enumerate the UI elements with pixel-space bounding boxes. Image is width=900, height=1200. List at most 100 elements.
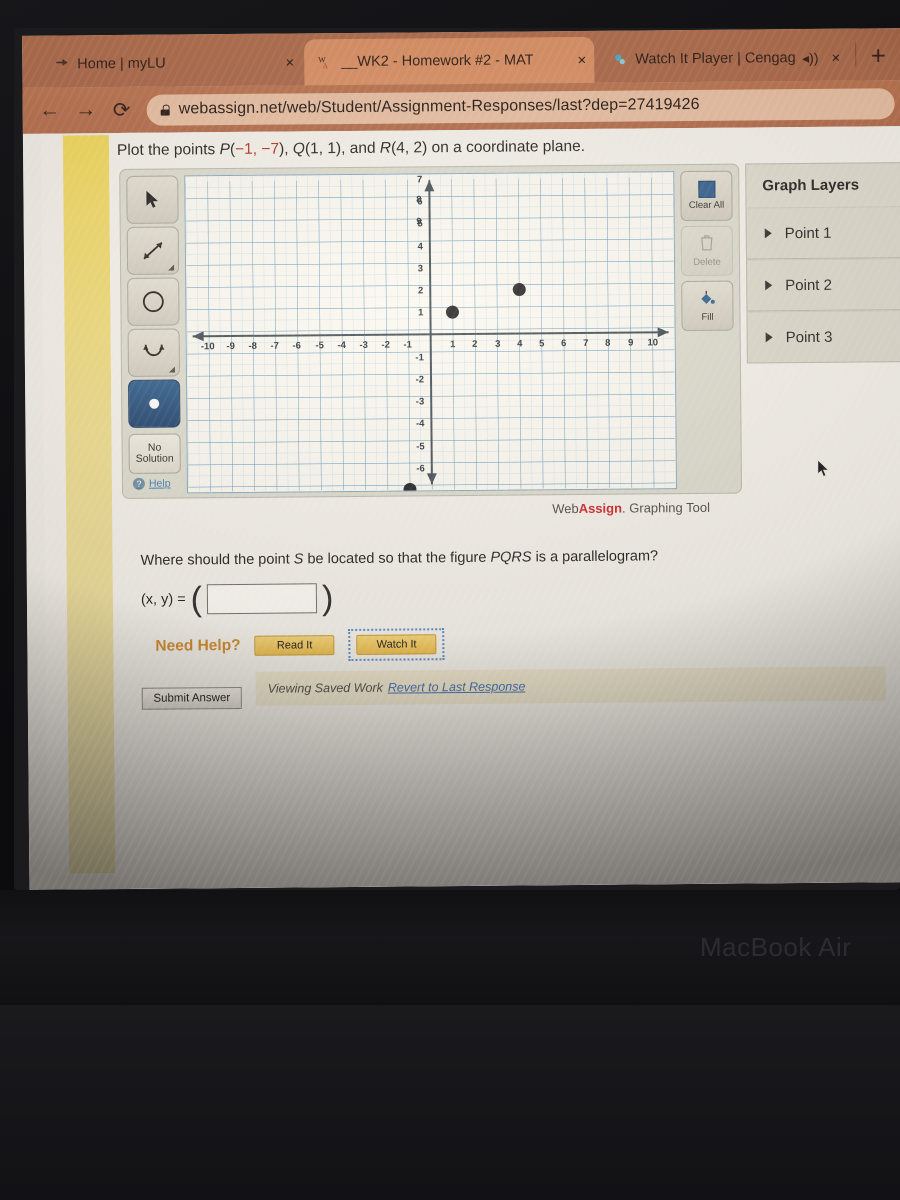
read-it-button[interactable]: Read It [254,635,335,656]
plotted-point [512,283,526,297]
svg-text:-7: -7 [270,341,279,352]
question-content: Plot the points P(−1, −7), Q(1, 1), and … [108,126,900,890]
revert-link[interactable]: Revert to Last Response [388,679,526,694]
graph-layers-panel: Graph Layers Point 1 Point 2 Point 3 [745,161,900,364]
line-tool-button[interactable] [126,226,180,275]
svg-text:-5: -5 [416,441,425,452]
submenu-indicator-icon [168,366,175,373]
laptop-model-label: MacBook Air [700,932,852,962]
answer-label: (x, y) = [140,591,186,608]
tab-title: Home | myLU [77,55,166,73]
svg-text:-9: -9 [226,341,235,352]
saved-work-bar: Viewing Saved Work Revert to Last Respon… [255,666,886,706]
point-p-x: −1, [235,140,258,158]
answer-input[interactable] [206,583,318,615]
graph-tool-palette: No Solution [126,175,181,474]
watermark-post: . Graphing Tool [621,499,711,516]
cengage-icon [612,52,628,68]
need-help-label: Need Help? [155,636,241,655]
laptop-photo-background: Home | myLU × W A __WK2 - Homework #2 - … [0,0,900,1200]
fill-button[interactable]: Fill [681,280,734,332]
svg-text:4: 4 [517,338,523,349]
webassign-page: Plot the points P(−1, −7), Q(1, 1), and … [22,126,900,890]
circle-tool-button[interactable] [127,277,180,326]
svg-text:-4: -4 [337,340,346,351]
clear-all-label: Clear All [688,199,725,212]
svg-text:6: 6 [417,196,422,207]
parabola-tool-button[interactable] [127,328,180,377]
tab-title: Watch It Player | Cengage [635,50,796,68]
point-tool-button[interactable] [128,379,181,428]
submenu-indicator-icon [168,264,175,271]
url-text: webassign.net/web/Student/Assignment-Res… [178,95,700,118]
browser-tab-strip: Home | myLU × W A __WK2 - Homework #2 - … [22,28,900,88]
prompt-prefix: Plot the points [116,141,220,160]
svg-text:6: 6 [561,338,566,349]
no-solution-button[interactable]: No Solution [128,433,181,474]
layer-item-point-3[interactable]: Point 3 [746,309,900,364]
close-paren: ) [321,579,334,618]
watermark-pre: Web [552,500,579,517]
select-tool-button[interactable] [126,175,179,224]
clear-all-button[interactable]: Clear All [680,170,733,222]
forward-icon[interactable]: → [75,98,97,122]
chevron-right-icon[interactable] [765,280,773,291]
layer-item-point-1[interactable]: Point 1 [745,205,900,260]
svg-text:-6: -6 [416,463,425,474]
graph-action-buttons: Clear All Delete Fill [680,170,735,336]
svg-text:-2: -2 [381,340,390,351]
svg-text:5: 5 [539,338,545,349]
close-icon[interactable]: × [279,54,294,71]
chevron-right-icon[interactable] [764,228,772,239]
svg-text:-8: -8 [248,341,257,352]
svg-text:-3: -3 [359,340,368,351]
svg-text:3: 3 [495,339,500,350]
svg-text:-6: -6 [292,340,301,351]
svg-text:1: 1 [450,339,456,350]
coordinate-plane[interactable]: -2 -3 -4 -5 -6 -7 -8 -9 -10 -1 1 2 3 4 5… [184,171,677,494]
close-icon[interactable]: × [825,49,840,66]
svg-text:-3: -3 [416,396,425,407]
svg-text:7: 7 [583,338,588,349]
svg-text:-4: -4 [416,418,425,429]
need-help-group: Need Help? Read It Watch It [155,628,445,663]
svg-text:9: 9 [628,338,633,349]
plotted-point [445,305,459,319]
watch-it-button[interactable]: Watch It [356,634,437,655]
browser-tab-watch-it-player[interactable]: Watch It Player | Cengage ◂)) × [598,35,848,83]
svg-text:1: 1 [418,307,424,318]
prompt-suffix: on a coordinate plane. [427,137,586,157]
mouse-cursor-icon [816,458,832,484]
submit-answer-button[interactable]: Submit Answer [141,686,242,710]
webassign-icon: W A [318,54,334,70]
svg-text:-1: -1 [415,352,424,363]
svg-text:-10: -10 [201,341,215,352]
svg-text:-5: -5 [315,340,324,351]
delete-button[interactable]: Delete [680,225,734,277]
lock-icon [161,104,170,115]
svg-text:-1: -1 [403,339,412,350]
svg-text:7: 7 [417,174,422,185]
address-bar[interactable]: webassign.net/web/Student/Assignment-Res… [146,87,895,126]
back-icon[interactable]: ← [39,98,61,122]
chevron-right-icon[interactable] [765,332,773,343]
svg-text:8: 8 [605,338,610,349]
tab-audio-icon[interactable]: ◂)) [802,49,819,66]
browser-window: Home | myLU × W A __WK2 - Homework #2 - … [22,28,900,890]
question-mark-icon: ? [132,477,145,490]
no-solution-line-2: Solution [135,452,174,465]
question-status-bar [62,135,116,874]
svg-text:4: 4 [418,241,424,252]
watch-it-focus-ring: Watch It [348,628,445,662]
sub-question-text: Where should the point S be located so t… [140,548,659,569]
graph-svg: -2 -3 -4 -5 -6 -7 -8 -9 -10 -1 1 2 3 4 5… [185,172,676,493]
svg-text:A: A [322,61,328,70]
reload-icon[interactable]: ⟳ [111,97,133,122]
new-tab-button[interactable]: + [864,40,892,70]
browser-tab-wk2-homework[interactable]: W A __WK2 - Homework #2 - MAT × [304,36,595,86]
layer-item-point-2[interactable]: Point 2 [745,257,900,312]
close-icon[interactable]: × [571,51,586,68]
point-p-y: −7 [261,140,280,158]
graph-help-link[interactable]: ? Help [132,477,171,490]
browser-tab-home-mylu[interactable]: Home | myLU × [40,39,302,87]
